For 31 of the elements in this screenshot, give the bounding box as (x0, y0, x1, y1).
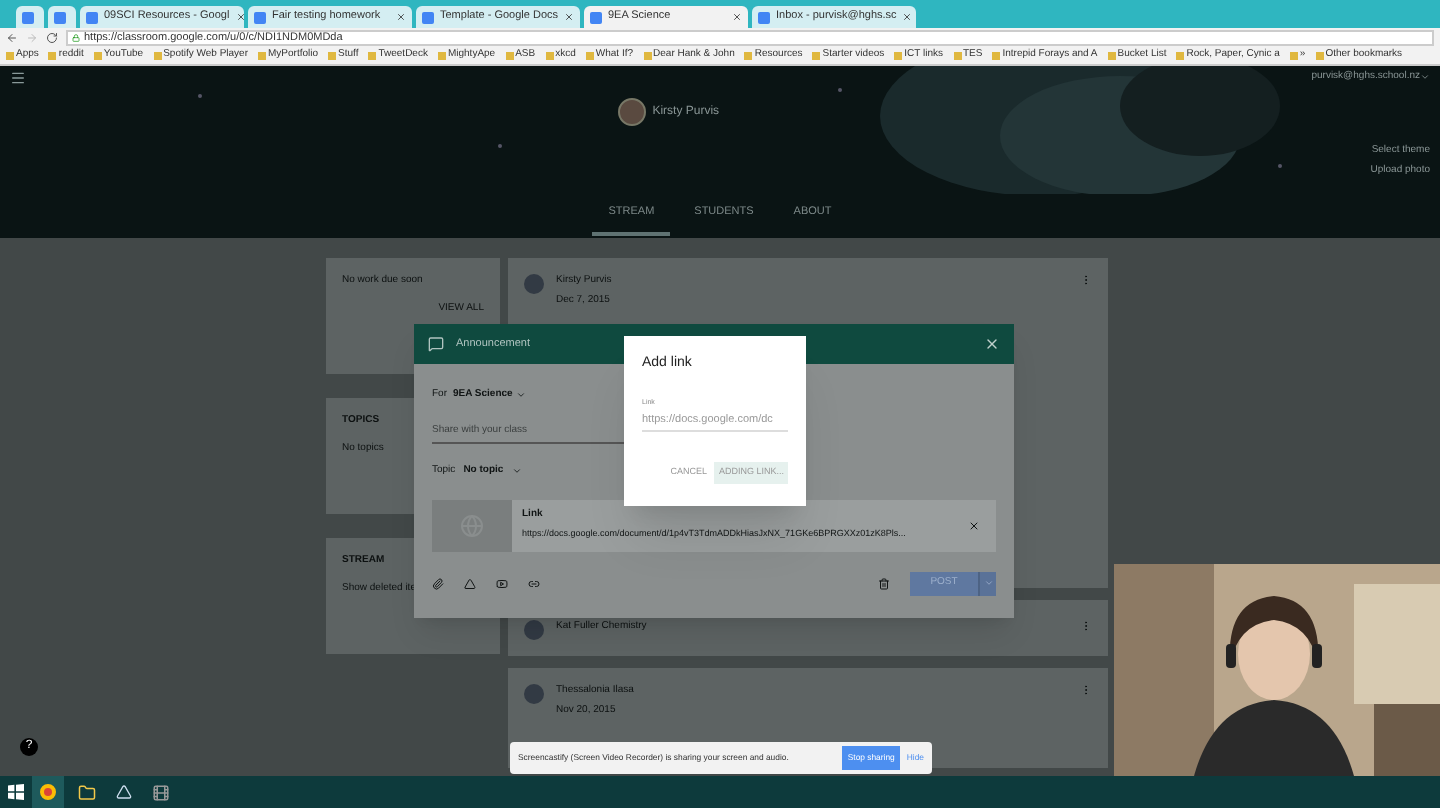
browser-tab[interactable] (48, 6, 76, 28)
caret-icon (983, 578, 993, 588)
announcement-icon (428, 336, 444, 352)
caret-icon (511, 466, 522, 477)
browser-tab[interactable] (16, 6, 44, 28)
folder-icon[interactable] (78, 783, 96, 801)
paperclip-icon[interactable] (432, 577, 444, 589)
windows-icon[interactable] (8, 784, 24, 800)
caret-icon (516, 390, 527, 401)
avatar (524, 684, 544, 704)
tab-icon (758, 11, 770, 23)
tab-icon (422, 11, 434, 23)
menu-icon[interactable] (10, 70, 26, 86)
reload-icon[interactable] (46, 32, 58, 44)
trash-icon[interactable] (878, 577, 890, 589)
caret-icon[interactable] (1420, 72, 1430, 83)
chrome-taskbar-button[interactable] (32, 776, 64, 808)
back-icon[interactable] (6, 32, 18, 44)
drive-icon[interactable] (464, 577, 476, 589)
tab-icon (254, 11, 266, 23)
video-icon[interactable] (496, 577, 508, 589)
avatar (524, 620, 544, 640)
lock-icon (72, 34, 80, 42)
tab-icon (54, 11, 66, 23)
tab-icon (590, 11, 602, 23)
film-icon[interactable] (152, 783, 170, 801)
remove-icon[interactable] (968, 519, 980, 531)
link-icon[interactable] (528, 577, 540, 589)
tab-icon (86, 11, 98, 23)
tab-icon (22, 11, 34, 23)
avatar (524, 274, 544, 294)
